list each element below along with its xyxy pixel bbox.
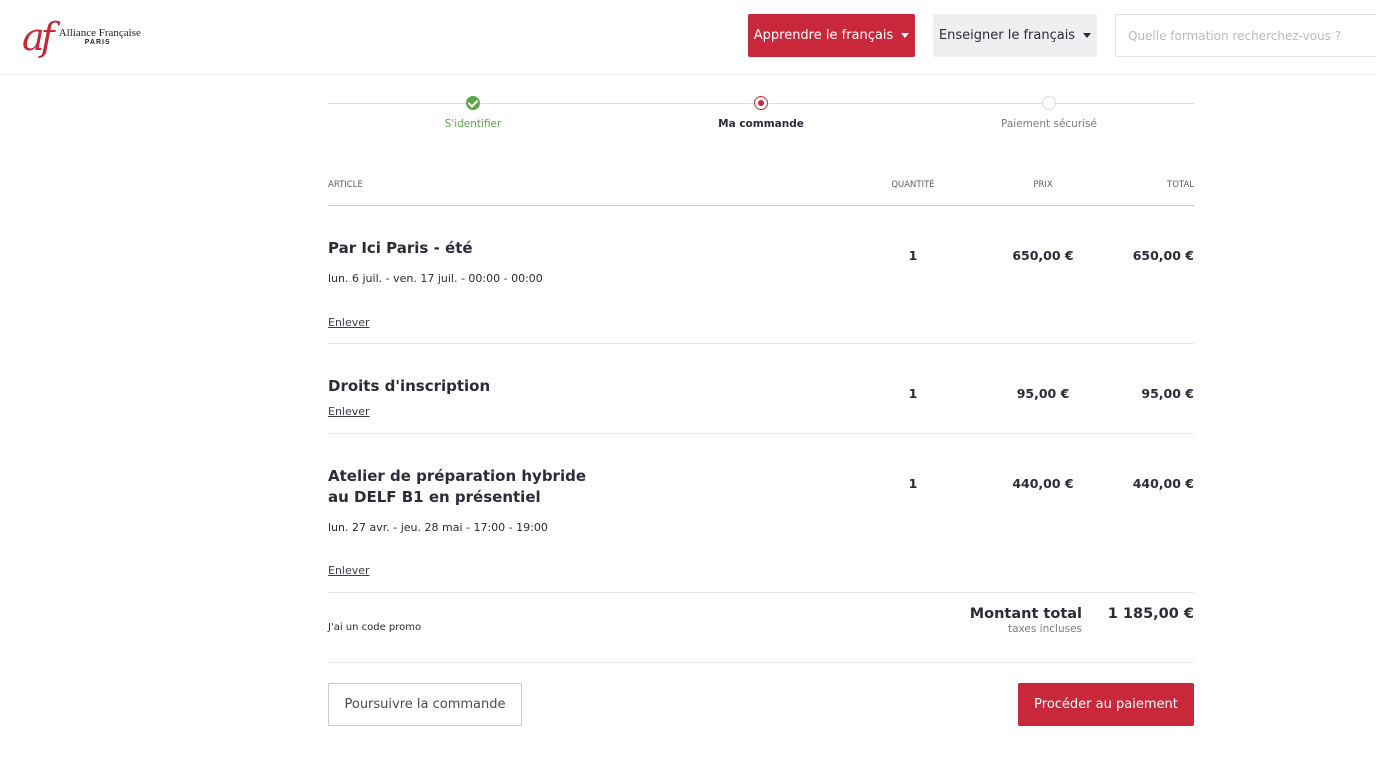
item-price: 95,00 € xyxy=(1016,386,1070,401)
header-price: PRIX xyxy=(1033,180,1053,190)
remove-link[interactable]: Enlever xyxy=(328,405,370,418)
checkout-actions: Poursuivre la commande Procéder au paiem… xyxy=(328,663,1194,743)
logo-city: PARIS xyxy=(84,39,111,47)
item-quantity: 1 xyxy=(908,476,918,491)
pending-step-icon xyxy=(1042,96,1056,110)
step-order: Ma commande xyxy=(661,94,861,130)
item-total: 440,00 € xyxy=(1132,476,1194,491)
logo-name: Alliance Française xyxy=(58,26,141,39)
search-input[interactable] xyxy=(1115,14,1376,57)
checkout-stepper: S'identifier Ma commande Paiement sécuri… xyxy=(328,94,1194,138)
continue-order-button[interactable]: Poursuivre la commande xyxy=(328,683,522,726)
item-quantity: 1 xyxy=(908,386,918,401)
item-price: 650,00 € xyxy=(1012,248,1074,263)
taxes-label: taxes incluses xyxy=(1007,623,1082,635)
total-label: Montant total xyxy=(969,606,1082,622)
cart-row: Atelier de préparation hybride au DELF B… xyxy=(328,434,1194,593)
header-total: TOTAL xyxy=(1167,180,1194,190)
remove-link[interactable]: Enlever xyxy=(328,316,370,329)
step-payment: Paiement sécurisé xyxy=(949,94,1149,130)
item-title: Atelier de préparation hybride au DELF B… xyxy=(328,467,587,506)
item-price: 440,00 € xyxy=(1012,476,1074,491)
active-step-icon xyxy=(754,96,768,110)
item-total: 650,00 € xyxy=(1132,248,1194,263)
proceed-payment-button[interactable]: Procéder au paiement xyxy=(1018,683,1194,726)
item-date: lun. 27 avr. - jeu. 28 mai - 17:00 - 19:… xyxy=(328,521,548,534)
remove-link[interactable]: Enlever xyxy=(328,564,370,577)
teach-french-label: Enseigner le français xyxy=(938,28,1076,43)
item-date: lun. 6 juil. - ven. 17 juil. - 00:00 - 0… xyxy=(328,272,543,285)
step-label: Paiement sécurisé xyxy=(1001,118,1097,130)
table-header: ARTICLE QUANTITÉ PRIX TOTAL xyxy=(328,176,1194,206)
step-identify: S'identifier xyxy=(373,94,573,130)
item-title: Par Ici Paris - été xyxy=(328,239,473,257)
brand-logo[interactable]: af Alliance Française PARIS xyxy=(22,14,141,60)
promo-code-link[interactable]: J'ai un code promo xyxy=(328,622,421,633)
learn-french-menu-button[interactable]: Apprendre le français xyxy=(748,14,915,57)
step-label: Ma commande xyxy=(718,118,804,130)
header-quantity: QUANTITÉ xyxy=(891,180,935,190)
order-summary: J'ai un code promo Montant total taxes i… xyxy=(328,593,1194,663)
logo-mark: af xyxy=(22,15,55,59)
caret-down-icon xyxy=(1083,33,1092,38)
site-header: af Alliance Française PARIS Apprendre le… xyxy=(0,0,1376,75)
step-label: S'identifier xyxy=(444,118,502,130)
item-quantity: 1 xyxy=(908,248,918,263)
total-amount: 1 185,00 € xyxy=(1107,606,1194,622)
item-total: 95,00 € xyxy=(1141,386,1194,401)
teach-french-menu-button[interactable]: Enseigner le français xyxy=(933,14,1097,57)
check-icon xyxy=(466,96,480,110)
header-article: ARTICLE xyxy=(328,180,363,190)
learn-french-label: Apprendre le français xyxy=(753,28,894,43)
cart-row: Par Ici Paris - été lun. 6 juil. - ven. … xyxy=(328,206,1194,344)
cart-table: ARTICLE QUANTITÉ PRIX TOTAL Par Ici Pari… xyxy=(328,176,1194,743)
cart-row: Droits d'inscription Enlever 1 95,00 € 9… xyxy=(328,344,1194,434)
total-label-block: Montant total taxes incluses xyxy=(970,606,1082,635)
item-title: Droits d'inscription xyxy=(328,377,491,395)
caret-down-icon xyxy=(901,33,910,38)
logo-text: Alliance Française PARIS xyxy=(58,26,141,47)
